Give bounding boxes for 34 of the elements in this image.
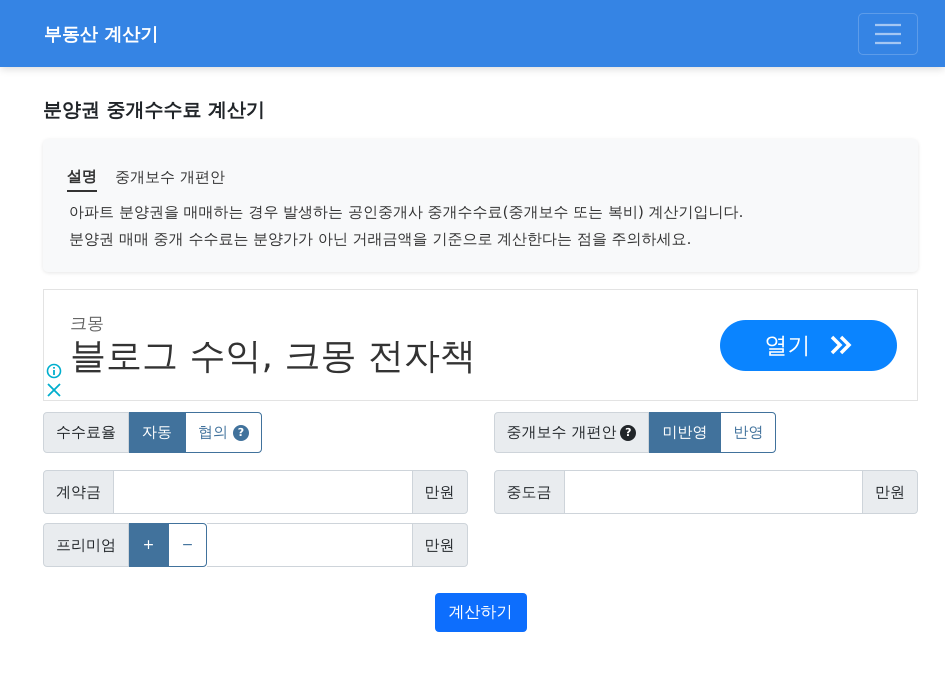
advertiser-name: 크몽 [70,312,105,335]
calculate-button[interactable]: 계산하기 [434,593,526,632]
sign-toggle[interactable]: − [168,523,207,567]
help-icon[interactable]: ? [233,424,249,440]
tab[interactable]: 중개보수 개편안 [115,165,225,192]
toggle-option[interactable]: 미반영 [649,412,720,453]
unit-label: 만원 [412,470,468,514]
unit-label: 만원 [862,470,918,514]
open-button[interactable]: 열기 [720,320,897,370]
field-label: 중도금 [494,470,564,514]
option-label: 중개보수 개편안 ? [494,412,650,453]
unit-label: 만원 [412,523,468,567]
sign-toggle[interactable]: + [129,523,168,567]
ad-headline: 블로그 수익, 크몽 전자책 [70,334,476,378]
chevrons-icon [828,334,852,356]
field-label: 계약금 [43,470,114,514]
toggle-option[interactable]: 협의 ? [185,412,262,453]
page-title: 분양권 중개수수료 계산기 [43,98,266,123]
option-label: 수수료율 [43,412,129,453]
description-text: 분양권 매매 중개 수수료는 분양가가 아닌 거래금액을 기준으로 계산한다는 점을 주의하세요. [69,229,692,250]
tab[interactable]: 설명 [67,165,97,192]
info-icon[interactable] [46,363,62,379]
field-label: 프리미엄 [43,523,129,567]
help-icon[interactable]: ? [620,424,636,440]
toggle-option[interactable]: 자동 [129,412,185,453]
amount-input[interactable] [207,523,412,567]
amount-input[interactable] [114,470,412,514]
amount-input[interactable] [564,470,862,514]
menu-icon [874,22,902,44]
close-icon[interactable] [46,382,62,398]
menu-button[interactable] [858,12,918,54]
toggle-option[interactable]: 반영 [720,412,776,453]
brand-link[interactable]: 부동산 계산기 [44,22,158,46]
description-text: 아파트 분양권을 매매하는 경우 발생하는 공인중개사 중개수수료(중개보수 또는 복비) 계산기입니다. [69,202,744,223]
